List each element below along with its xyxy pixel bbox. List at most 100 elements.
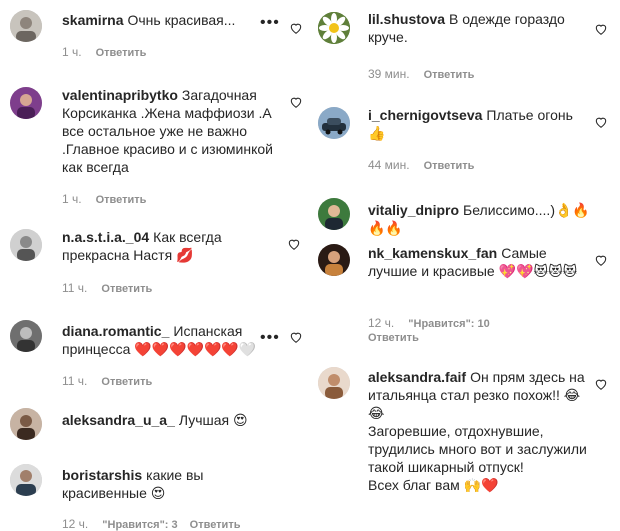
comment-item: aleksandra.faif Он прям здесь на итальянц… [310, 362, 620, 530]
comment-meta: 44 мин. Ответить [368, 158, 474, 172]
comment-time: 1 ч. [62, 45, 82, 59]
comment-time: 12 ч. [368, 316, 395, 330]
like-heart-icon[interactable] [289, 95, 303, 109]
comment-text: valentinapribytko Загадочная Корсиканка .… [62, 86, 277, 176]
avatar-photo-icon [318, 244, 350, 276]
comment-username[interactable]: i_chernigovtseva [368, 107, 482, 123]
comment-username[interactable]: boristarshis [62, 467, 142, 483]
like-heart-icon[interactable] [287, 237, 301, 251]
comment-likes[interactable]: "Нравится": 10 [408, 318, 489, 330]
avatar-photo-icon [10, 320, 42, 352]
comment-time: 11 ч. [62, 281, 88, 295]
comment-emoji: 💖💖😻😻😻 [498, 263, 578, 279]
comment-username[interactable]: nk_kamenskux_fan [368, 245, 497, 261]
more-options-icon[interactable]: ••• [260, 330, 280, 346]
like-heart-icon[interactable] [289, 330, 303, 344]
comment-time: 1 ч. [62, 192, 82, 206]
comment-text: diana.romantic_ Испанская принцесса ❤️❤️❤… [62, 322, 277, 358]
comment-item: skamirna Очнь красивая... ••• 1 ч. Ответит… [0, 0, 305, 70]
avatar[interactable] [10, 464, 42, 496]
comment-text: vitaliy_dnipro Белиссимо....)👌🔥🔥🔥 [368, 201, 598, 237]
comment-time: 12 ч. [62, 517, 89, 531]
like-heart-icon[interactable] [594, 115, 608, 129]
avatar-photo-icon [10, 408, 42, 440]
comment-meta: 1 ч. Ответить [62, 45, 146, 59]
comment-emoji: 👍 [368, 125, 386, 141]
car-avatar-icon [318, 107, 350, 139]
comment-meta: 11 ч. Ответить [62, 374, 152, 388]
avatar[interactable] [10, 87, 42, 119]
like-heart-icon[interactable] [594, 253, 608, 267]
comment-emoji: 💋 [176, 247, 194, 263]
avatar-photo-icon [10, 229, 42, 261]
avatar-photo-icon [318, 367, 350, 399]
reply-button[interactable]: Ответить [424, 160, 475, 172]
comment-username[interactable]: skamirna [62, 12, 123, 28]
comment-username[interactable]: valentinapribytko [62, 87, 178, 103]
comment-item: n.a.s.t.i.a._04 Как всегда прекрасна Наст… [0, 222, 305, 302]
avatar[interactable] [318, 244, 350, 276]
comment-meta: 1 ч. Ответить [62, 192, 146, 206]
comment-text: skamirna Очнь красивая... [62, 11, 277, 29]
comment-likes[interactable]: "Нравится": 3 [102, 519, 177, 531]
comment-username[interactable]: n.a.s.t.i.a._04 [62, 229, 149, 245]
comment-body-line3: Всех благ вам [368, 477, 460, 493]
comment-body-line2: Загоревшие, отдохнувшие, трудились много… [368, 423, 587, 475]
avatar-photo-icon [10, 464, 42, 496]
avatar[interactable] [10, 10, 42, 42]
comment-username[interactable]: vitaliy_dnipro [368, 202, 459, 218]
reply-button[interactable]: Ответить [101, 283, 152, 295]
comment-body: Платье огонь [486, 107, 573, 123]
comment-emoji-2: 🙌❤️ [463, 477, 499, 493]
avatar[interactable] [318, 198, 350, 230]
comment-username[interactable]: lil.shustova [368, 11, 445, 27]
like-heart-icon[interactable] [594, 377, 608, 391]
comment-meta: 12 ч. "Нравится": 10 [368, 316, 502, 330]
comment-item: nk_kamenskux_fan Самые лучшие и красивые … [310, 240, 620, 345]
comment-meta: 11 ч. Ответить [62, 281, 152, 295]
reply-button[interactable]: Ответить [424, 69, 475, 81]
comment-time: 44 мин. [368, 158, 410, 172]
comments-grid: skamirna Очнь красивая... ••• 1 ч. Ответит… [0, 0, 620, 531]
comment-emoji: ❤️❤️❤️❤️❤️❤️🤍 [134, 341, 257, 357]
avatar-photo-icon [10, 87, 42, 119]
like-heart-icon[interactable] [594, 22, 608, 36]
comment-text: aleksandra_u_a_ Лучшая 😍 [62, 411, 277, 429]
avatar-photo-icon [318, 198, 350, 230]
comment-text: n.a.s.t.i.a._04 Как всегда прекрасна Наст… [62, 228, 277, 264]
daisy-avatar-icon [318, 12, 350, 44]
comment-emoji: 😍 [233, 412, 248, 428]
reply-button[interactable]: Ответить [368, 332, 419, 344]
comment-username[interactable]: aleksandra.faif [368, 369, 466, 385]
comment-item: lil.shustova В одежде гораздо круче. 39 м… [310, 0, 620, 85]
reply-button[interactable]: Ответить [190, 519, 241, 531]
comment-item: vitaliy_dnipro Белиссимо....)👌🔥🔥🔥 [310, 195, 620, 237]
comment-emoji: 😍 [150, 485, 166, 501]
comment-text: aleksandra.faif Он прям здесь на итальянц… [368, 368, 593, 494]
comment-meta: 12 ч. "Нравится": 3 Ответить [62, 517, 240, 531]
more-options-icon[interactable]: ••• [260, 15, 280, 31]
avatar[interactable] [10, 320, 42, 352]
avatar[interactable] [10, 408, 42, 440]
avatar-photo-icon [10, 10, 42, 42]
reply-button[interactable]: Ответить [101, 376, 152, 388]
comment-username[interactable]: diana.romantic_ [62, 323, 169, 339]
comment-body: Белиссимо....) [463, 202, 555, 218]
reply-button[interactable]: Ответить [96, 47, 147, 59]
comment-time: 39 мин. [368, 67, 410, 81]
comment-item: diana.romantic_ Испанская принцесса ❤️❤️❤… [0, 315, 305, 395]
avatar[interactable] [318, 107, 350, 139]
comment-text: i_chernigovtseva Платье огонь 👍 [368, 106, 593, 142]
comment-item: aleksandra_u_a_ Лучшая 😍 [0, 402, 305, 450]
reply-button[interactable]: Ответить [96, 194, 147, 206]
comment-username[interactable]: aleksandra_u_a_ [62, 412, 175, 428]
comment-text: nk_kamenskux_fan Самые лучшие и красивые … [368, 244, 593, 280]
comment-item: boristarshis какие вы красивенные 😍 12 ч.… [0, 460, 305, 531]
like-heart-icon[interactable] [289, 21, 303, 35]
comment-item: valentinapribytko Загадочная Корсиканка .… [0, 80, 305, 206]
avatar[interactable] [10, 229, 42, 261]
comment-text: boristarshis какие вы красивенные 😍 [62, 466, 277, 502]
avatar[interactable] [318, 367, 350, 399]
comment-body: Лучшая [178, 412, 230, 428]
avatar[interactable] [318, 12, 350, 44]
